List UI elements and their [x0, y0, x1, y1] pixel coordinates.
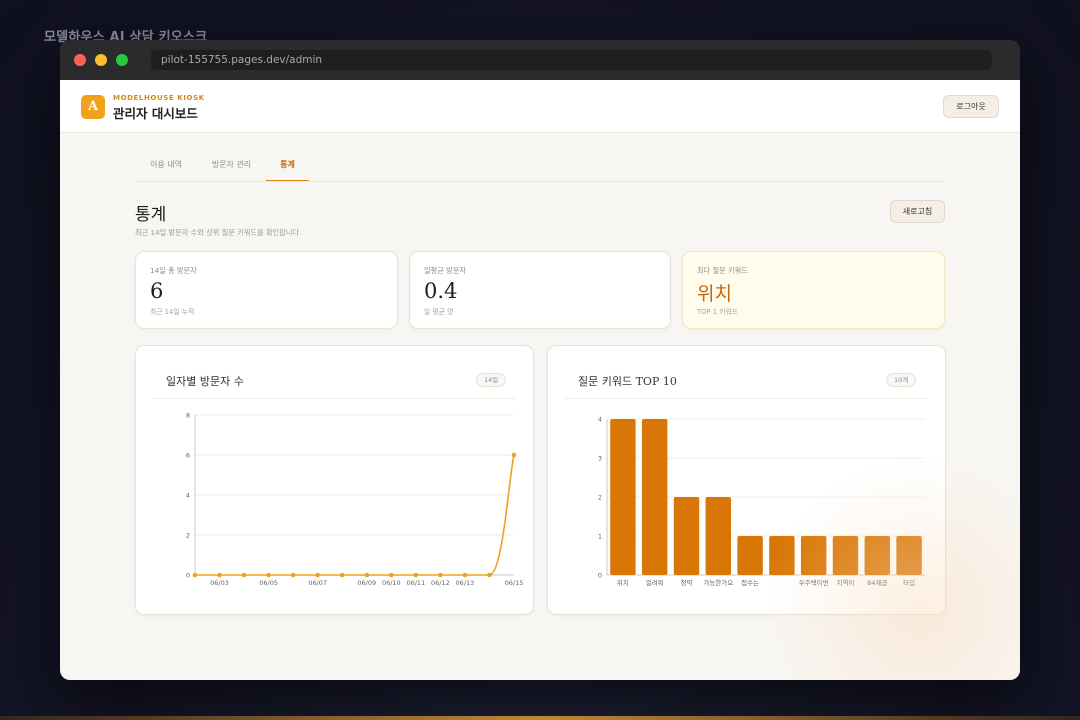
stat-label: 일평균 방문자	[424, 266, 466, 275]
daily-visitors-panel: 일자별 방문자 수 14일 0 2 4 6 8 06/03 06/05 06/07 06/09 0…	[135, 345, 534, 615]
stat-card-total-visitors: 14일 총 방문자 6 최근 14일 누적	[135, 251, 398, 329]
bar	[705, 497, 732, 575]
x-tick-label: 06/05	[259, 579, 278, 587]
data-point	[339, 572, 345, 578]
bar	[896, 536, 922, 575]
data-point	[217, 572, 222, 578]
browser-window: pilot-155755.pages.dev/admin A MODELHOUS…	[60, 40, 1020, 680]
app-header: A MODELHOUSE KIOSK 관리자 대시보드 로그아웃	[60, 80, 1020, 133]
x-tick-label: 84제곱	[867, 579, 887, 587]
browser-chrome: pilot-155755.pages.dev/admin	[60, 40, 1020, 80]
stat-value: 0.4	[424, 279, 458, 303]
x-tick-label: 접수는	[741, 579, 759, 587]
x-tick-label: 얼려줘	[646, 578, 664, 587]
stat-subtext: 일 평균 명	[424, 308, 454, 316]
bar	[610, 419, 636, 575]
data-point	[266, 572, 271, 578]
x-tick-label: 06/03	[210, 579, 229, 587]
data-point	[290, 572, 296, 578]
tab-usage-history[interactable]: 이용 내역	[135, 152, 197, 181]
logout-button[interactable]: 로그아웃	[943, 95, 999, 118]
admin-page: A MODELHOUSE KIOSK 관리자 대시보드 로그아웃 이용 내역 방…	[60, 80, 1020, 680]
section-description: 최근 14일 방문자 수와 상위 질문 키워드를 확인합니다.	[135, 228, 302, 237]
bar	[769, 536, 795, 575]
y-tick-label: 1	[598, 532, 602, 540]
y-tick-label: 4	[186, 491, 190, 499]
close-window-button[interactable]	[74, 54, 86, 66]
data-point	[511, 452, 517, 458]
bar	[673, 497, 700, 575]
x-tick-label: 우주택이면	[799, 578, 829, 587]
bar	[800, 536, 827, 575]
x-tick-label: 가능한가요	[703, 578, 733, 587]
stat-card-top-keyword: 최다 질문 키워드 위치 TOP 1 키워드	[682, 251, 945, 329]
y-tick-label: 4	[598, 415, 602, 423]
data-point	[389, 572, 394, 578]
minimize-window-button[interactable]	[95, 54, 107, 66]
y-tick-label: 0	[186, 571, 190, 579]
page-title: 관리자 대시보드	[113, 106, 198, 121]
series-line	[194, 454, 515, 576]
data-point	[315, 572, 320, 578]
y-tick-label: 2	[598, 493, 602, 501]
app-logo: A	[81, 95, 105, 119]
tab-statistics[interactable]: 통계	[266, 152, 309, 181]
stat-value: 6	[150, 279, 164, 303]
keyword-panel: 질문 키워드 TOP 10 10개 0 1 2 3 4 위치 얼려줘 청약 가능한가요 접수는 우주…	[547, 345, 946, 615]
bar	[641, 419, 668, 575]
x-tick-label: 06/12	[431, 579, 450, 587]
y-tick-label: 6	[186, 451, 190, 459]
address-bar[interactable]: pilot-155755.pages.dev/admin	[151, 50, 992, 70]
section-title: 통계	[135, 205, 167, 225]
x-tick-label: 06/15	[505, 579, 524, 587]
tab-visitor-management[interactable]: 방문자 관리	[197, 152, 266, 181]
x-tick-label: 청약	[681, 578, 693, 587]
stat-label: 14일 총 방문자	[150, 266, 197, 275]
data-point	[364, 572, 370, 578]
x-tick-label: 06/13	[456, 579, 475, 587]
x-tick-label: 06/07	[308, 579, 327, 587]
data-point	[438, 572, 443, 578]
y-tick-label: 2	[186, 531, 190, 539]
stat-value: 위치	[697, 283, 732, 305]
y-tick-label: 8	[186, 411, 190, 419]
bar	[737, 536, 763, 575]
tab-bar: 이용 내역 방문자 관리 통계	[135, 152, 945, 182]
x-tick-label: 06/09	[357, 579, 376, 587]
y-tick-label: 0	[598, 571, 602, 579]
stat-subtext: TOP 1 키워드	[697, 308, 739, 316]
keyword-chart: 0 1 2 3 4 위치 얼려줘 청약 가능한가요 접수는 우주택이면 지역이 84제곱 타입	[598, 415, 925, 587]
bar	[864, 536, 891, 575]
x-tick-label: 지역이	[837, 578, 855, 587]
data-point	[487, 572, 492, 578]
refresh-button[interactable]: 새로고침	[890, 200, 945, 223]
stat-label: 최다 질문 키워드	[697, 266, 748, 275]
stat-subtext: 최근 14일 누적	[150, 308, 195, 316]
x-tick-label: 06/10	[382, 579, 401, 587]
x-tick-label: 위치	[617, 578, 629, 587]
y-tick-label: 3	[598, 454, 602, 462]
data-point	[413, 572, 419, 578]
data-point	[192, 572, 198, 578]
stat-card-daily-average: 일평균 방문자 0.4 일 평균 명	[409, 251, 671, 329]
brand-kicker: MODELHOUSE KIOSK	[113, 94, 205, 102]
daily-visitors-chart: 0 2 4 6 8 06/03 06/05 06/07 06/09 06/10 06/11 06/12…	[186, 411, 524, 587]
data-point	[241, 572, 247, 578]
x-tick-label: 타입	[903, 578, 915, 587]
bottom-glow	[0, 716, 1080, 720]
x-tick-label: 06/11	[406, 579, 425, 587]
bar	[832, 536, 859, 575]
data-point	[462, 572, 468, 578]
maximize-window-button[interactable]	[116, 54, 128, 66]
